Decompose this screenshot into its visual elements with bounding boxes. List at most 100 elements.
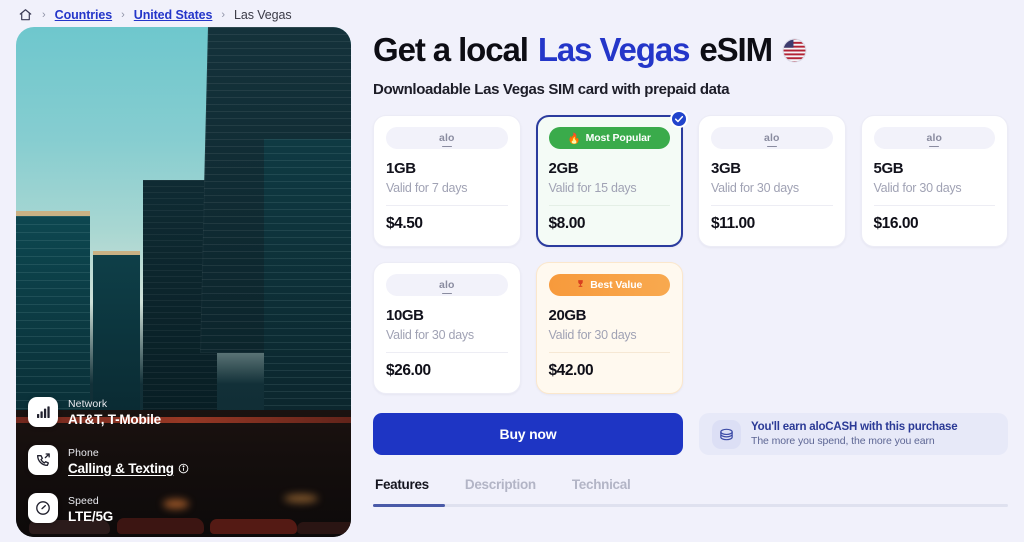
breadcrumb-separator: › [42,8,46,21]
info-chip-text: Phone Calling & Texting [68,443,189,477]
home-icon[interactable] [18,8,33,22]
info-chip-label: Phone [68,446,99,459]
destination-hero-image: Network AT&T, T-Mobile Phone Calling & T… [16,27,351,537]
tab-description[interactable]: Description [465,477,536,504]
tab-technical[interactable]: Technical [572,477,631,504]
product-panel: Get a local Las Vegas eSIM Downloadable … [373,27,1008,537]
detail-tabs: Features Description Technical [373,477,1008,508]
signal-bars-icon [28,396,58,427]
plan-card-best-value[interactable]: Best Value 20GB Valid for 30 days $42.00 [535,262,683,395]
plan-validity: Valid for 7 days [386,181,468,196]
plan-price: $26.00 [386,362,431,380]
divider [386,205,508,207]
plan-price: $8.00 [548,215,586,233]
speedometer-icon [28,492,58,523]
info-icon[interactable] [178,463,189,474]
alocash-title: You'll earn aloCASH with this purchase [751,421,958,434]
active-tab-underline [373,504,445,508]
info-chip-label: Network [68,398,108,411]
tab-list: Features Description Technical [373,477,1008,504]
alo-logo: alo [439,279,455,295]
coins-stack-icon [712,419,741,449]
phone-call-icon [28,444,58,475]
info-chip-value-text: Calling & Texting [68,460,174,476]
plan-price: $4.50 [386,215,423,233]
info-chip-label: Speed [68,494,99,507]
page-body: Network AT&T, T-Mobile Phone Calling & T… [0,22,1024,537]
cta-row: Buy now You'll earn aloCASH with this pu… [373,413,1008,456]
car [297,521,351,535]
plan-card[interactable]: alo 5GB Valid for 30 days $16.00 [860,115,1008,248]
plan-card[interactable]: alo 10GB Valid for 30 days $26.00 [373,262,521,395]
brand-badge: alo [386,127,508,150]
plan-card[interactable]: alo 3GB Valid for 30 days $11.00 [698,115,846,248]
us-flag-icon [782,38,807,63]
breadcrumb-separator: › [121,8,125,21]
plan-price: $11.00 [711,215,755,233]
alo-logo: alo [764,132,780,148]
info-chip-speed: Speed LTE/5G [28,491,189,525]
breadcrumb-item-las-vegas: Las Vegas [234,7,292,22]
divider [711,205,833,207]
selected-check-icon [670,110,688,129]
divider [548,205,670,207]
info-chip-value: AT&T, T-Mobile [68,412,161,428]
alocash-text: You'll earn aloCASH with this purchase T… [751,421,958,448]
breadcrumb-item-countries[interactable]: Countries [55,8,113,22]
plan-price: $42.00 [548,362,594,380]
tab-features[interactable]: Features [375,477,429,504]
brand-badge: alo [711,127,833,150]
info-chip-network: Network AT&T, T-Mobile [28,394,189,428]
info-chip-text: Network AT&T, T-Mobile [68,394,161,428]
alo-logo: alo [926,132,942,148]
plan-validity: Valid for 30 days [711,181,799,196]
info-chip-phone: Phone Calling & Texting [28,443,189,477]
flame-icon: 🔥 [567,132,581,145]
car [210,519,298,535]
alocash-panel: You'll earn aloCASH with this purchase T… [699,413,1008,456]
street-light-glow [284,493,318,503]
building-right [263,139,351,446]
hero-info-chips: Network AT&T, T-Mobile Phone Calling & T… [28,394,189,525]
divider [873,205,995,207]
plan-card-selected[interactable]: 🔥 Most Popular 2GB Valid for 15 days $8.… [535,110,688,248]
plan-validity: Valid for 30 days [873,181,962,196]
page-subtitle: Downloadable Las Vegas SIM card with pre… [373,81,730,99]
breadcrumb-item-united-states[interactable]: United States [134,8,213,22]
plan-card[interactable]: alo 1GB Valid for 7 days $4.50 [373,115,521,248]
most-popular-badge: 🔥 Most Popular [548,127,670,150]
best-value-badge: Best Value [548,274,670,297]
divider [386,352,508,354]
page-title: Get a local Las Vegas eSIM [373,31,1008,68]
page-title-prefix: Get a local [373,31,529,68]
plan-validity: Valid for 30 days [386,328,474,343]
plan-size: 5GB [873,160,904,178]
plan-size: 3GB [711,160,741,178]
brand-badge: alo [873,127,995,150]
trophy-icon [576,278,585,292]
info-chip-value: LTE/5G [68,508,114,524]
building-left [16,210,90,415]
brand-badge: alo [386,274,508,297]
page-title-suffix: eSIM [699,31,773,68]
plan-size: 20GB [548,307,587,325]
page-title-accent: Las Vegas [537,31,691,68]
breadcrumb: › Countries › United States › Las Vegas [0,0,1024,22]
badge-label: Best Value [590,279,643,292]
plan-size: 1GB [386,160,416,178]
buy-now-button[interactable]: Buy now [373,413,683,456]
alocash-subtitle: The more you spend, the more you earn [751,435,935,448]
info-chip-value[interactable]: Calling & Texting [68,461,189,477]
alo-logo: alo [439,132,455,148]
tab-track [373,504,1008,508]
badge-label: Most Popular [585,132,651,145]
plan-size: 10GB [386,307,424,325]
plan-validity: Valid for 15 days [548,181,637,196]
plan-grid: alo 1GB Valid for 7 days $4.50 🔥 Most Po… [373,110,1008,395]
divider [548,352,670,354]
breadcrumb-separator: › [221,8,226,21]
plan-size: 2GB [548,160,579,178]
plan-price: $16.00 [873,215,919,233]
plan-validity: Valid for 30 days [548,328,637,343]
info-chip-text: Speed LTE/5G [68,491,113,525]
